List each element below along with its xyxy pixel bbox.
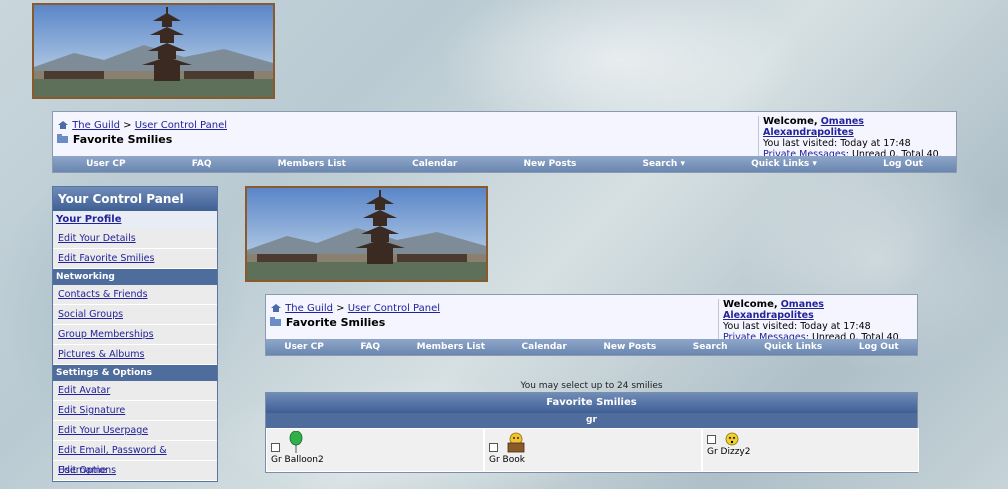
smilies-grid: Gr Balloon2 Gr Book Gr Dizzy2 xyxy=(266,428,919,472)
balloon-icon xyxy=(289,431,303,453)
sidebar-item-pictures-albums[interactable]: Pictures & Albums xyxy=(53,345,217,365)
sidebar-item-edit-userpage[interactable]: Edit Your Userpage xyxy=(53,421,217,441)
sidebar-item-edit-options[interactable]: Edit Options xyxy=(53,461,217,481)
pagoda-banner-image xyxy=(247,188,486,280)
sidebar-item-label[interactable]: Group Memberships xyxy=(58,329,154,340)
nav-faq[interactable]: FAQ xyxy=(192,159,212,169)
sidebar-item-label[interactable]: Edit Favorite Smilies xyxy=(58,253,154,264)
sidebar-item-label[interactable]: Edit Your Details xyxy=(58,233,136,244)
home-icon[interactable] xyxy=(270,303,282,313)
sidebar-item-label[interactable]: Contacts & Friends xyxy=(58,289,148,300)
page-title-text: Favorite Smilies xyxy=(285,316,386,329)
sidebar-item-edit-signature[interactable]: Edit Signature xyxy=(53,401,217,421)
nav-new-posts[interactable]: New Posts xyxy=(523,159,576,169)
nav-calendar[interactable]: Calendar xyxy=(522,342,567,352)
smilie-cell: Gr Dizzy2 xyxy=(702,428,919,472)
smilies-group-header: gr xyxy=(266,413,917,428)
welcome-label: Welcome, xyxy=(723,299,778,310)
sidebar-item-edit-smilies[interactable]: Edit Favorite Smilies xyxy=(53,249,217,269)
sidebar-section-settings: Settings & Options xyxy=(53,365,217,381)
breadcrumb-ucp-link[interactable]: User Control Panel xyxy=(135,120,227,131)
sidebar-item-group-memberships[interactable]: Group Memberships xyxy=(53,325,217,345)
smilie-name: Gr Dizzy2 xyxy=(707,447,751,457)
site-banner[interactable] xyxy=(32,3,275,99)
top-navbar-box: The Guild > User Control Panel Favorite … xyxy=(52,111,957,173)
breadcrumb: The Guild > User Control Panel Favorite … xyxy=(57,120,227,146)
welcome-box: Welcome, Omanes Alexandrapolites You las… xyxy=(758,116,956,160)
smilie-cell: Gr Book xyxy=(484,428,702,472)
breadcrumb-separator: > xyxy=(336,303,345,314)
nav-search[interactable]: Search xyxy=(693,342,728,352)
inner-navbar-box: The Guild > User Control Panel Favorite … xyxy=(265,294,918,356)
smilie-name: Gr Book xyxy=(489,455,525,465)
smilie-checkbox[interactable] xyxy=(489,443,498,452)
welcome-label: Welcome, xyxy=(763,116,818,127)
smilies-limit-note: You may select up to 24 smilies xyxy=(520,381,663,391)
smilie-name: Gr Balloon2 xyxy=(271,455,324,465)
sidebar-item-label[interactable]: Edit Signature xyxy=(58,405,125,416)
nav-faq[interactable]: FAQ xyxy=(360,342,380,352)
nav-quick-links[interactable]: Quick Links ▾ xyxy=(751,159,817,169)
breadcrumb-ucp-link[interactable]: User Control Panel xyxy=(348,303,440,314)
nav-new-posts[interactable]: New Posts xyxy=(603,342,656,352)
nav-members-list[interactable]: Members List xyxy=(278,159,346,169)
inner-banner[interactable] xyxy=(245,186,488,282)
folder-icon xyxy=(57,134,68,143)
sidebar-item-edit-details[interactable]: Edit Your Details xyxy=(53,229,217,249)
sidebar-item-label[interactable]: Edit Options xyxy=(58,465,116,476)
control-panel-sidebar: Your Control Panel Your Profile Edit You… xyxy=(52,186,218,482)
nav-log-out[interactable]: Log Out xyxy=(883,159,923,169)
smilie-cell: Gr Balloon2 xyxy=(266,428,484,472)
breadcrumb-home-link[interactable]: The Guild xyxy=(285,303,333,314)
nav-members-list[interactable]: Members List xyxy=(417,342,485,352)
breadcrumb-separator: > xyxy=(123,120,132,131)
page-title: Favorite Smilies xyxy=(57,133,227,146)
book-smiley-icon xyxy=(507,432,525,453)
sidebar-section-networking: Networking xyxy=(53,269,217,285)
folder-icon xyxy=(270,317,281,326)
inner-breadcrumb: The Guild > User Control Panel Favorite … xyxy=(270,303,440,329)
dizzy-smiley-icon xyxy=(725,432,739,446)
page-title-text: Favorite Smilies xyxy=(72,133,173,146)
home-icon[interactable] xyxy=(57,120,69,130)
sidebar-item-edit-avatar[interactable]: Edit Avatar xyxy=(53,381,217,401)
sidebar-item-label[interactable]: Edit Your Userpage xyxy=(58,425,148,436)
nav-user-cp[interactable]: User CP xyxy=(284,342,324,352)
nav-user-cp[interactable]: User CP xyxy=(86,159,126,169)
nav-calendar[interactable]: Calendar xyxy=(412,159,457,169)
breadcrumb-home-link[interactable]: The Guild xyxy=(72,120,120,131)
favorite-smilies-title: Favorite Smilies xyxy=(266,393,917,413)
nav-search[interactable]: Search ▾ xyxy=(643,159,686,169)
last-visited-text: You last visited: Today at 17:48 xyxy=(763,138,911,149)
smilie-checkbox[interactable] xyxy=(271,443,280,452)
nav-bar: User CP FAQ Members List Calendar New Po… xyxy=(53,156,956,172)
inner-page-title: Favorite Smilies xyxy=(270,316,440,329)
inner-nav-bar: User CP FAQ Members List Calendar New Po… xyxy=(266,339,917,355)
sidebar-item-label[interactable]: Edit Avatar xyxy=(58,385,110,396)
smilie-checkbox[interactable] xyxy=(707,435,716,444)
inner-welcome-box: Welcome, Omanes Alexandrapolites You las… xyxy=(718,299,917,343)
pagoda-banner-image xyxy=(34,5,273,97)
nav-quick-links[interactable]: Quick Links xyxy=(764,342,822,352)
sidebar-item-social-groups[interactable]: Social Groups xyxy=(53,305,217,325)
sidebar-item-edit-email[interactable]: Edit Email, Password & Username xyxy=(53,441,217,476)
nav-log-out[interactable]: Log Out xyxy=(859,342,899,352)
sidebar-section-profile-label[interactable]: Your Profile xyxy=(56,214,121,225)
favorite-smilies-panel: Favorite Smilies gr Gr Balloon2 Gr Book xyxy=(265,392,919,473)
last-visited-text: You last visited: Today at 17:48 xyxy=(723,321,871,332)
sidebar-item-label[interactable]: Pictures & Albums xyxy=(58,349,144,360)
sidebar-item-label[interactable]: Social Groups xyxy=(58,309,123,320)
sidebar-section-profile[interactable]: Your Profile xyxy=(53,211,217,229)
sidebar-item-contacts[interactable]: Contacts & Friends xyxy=(53,285,217,305)
sidebar-title: Your Control Panel xyxy=(53,187,217,211)
